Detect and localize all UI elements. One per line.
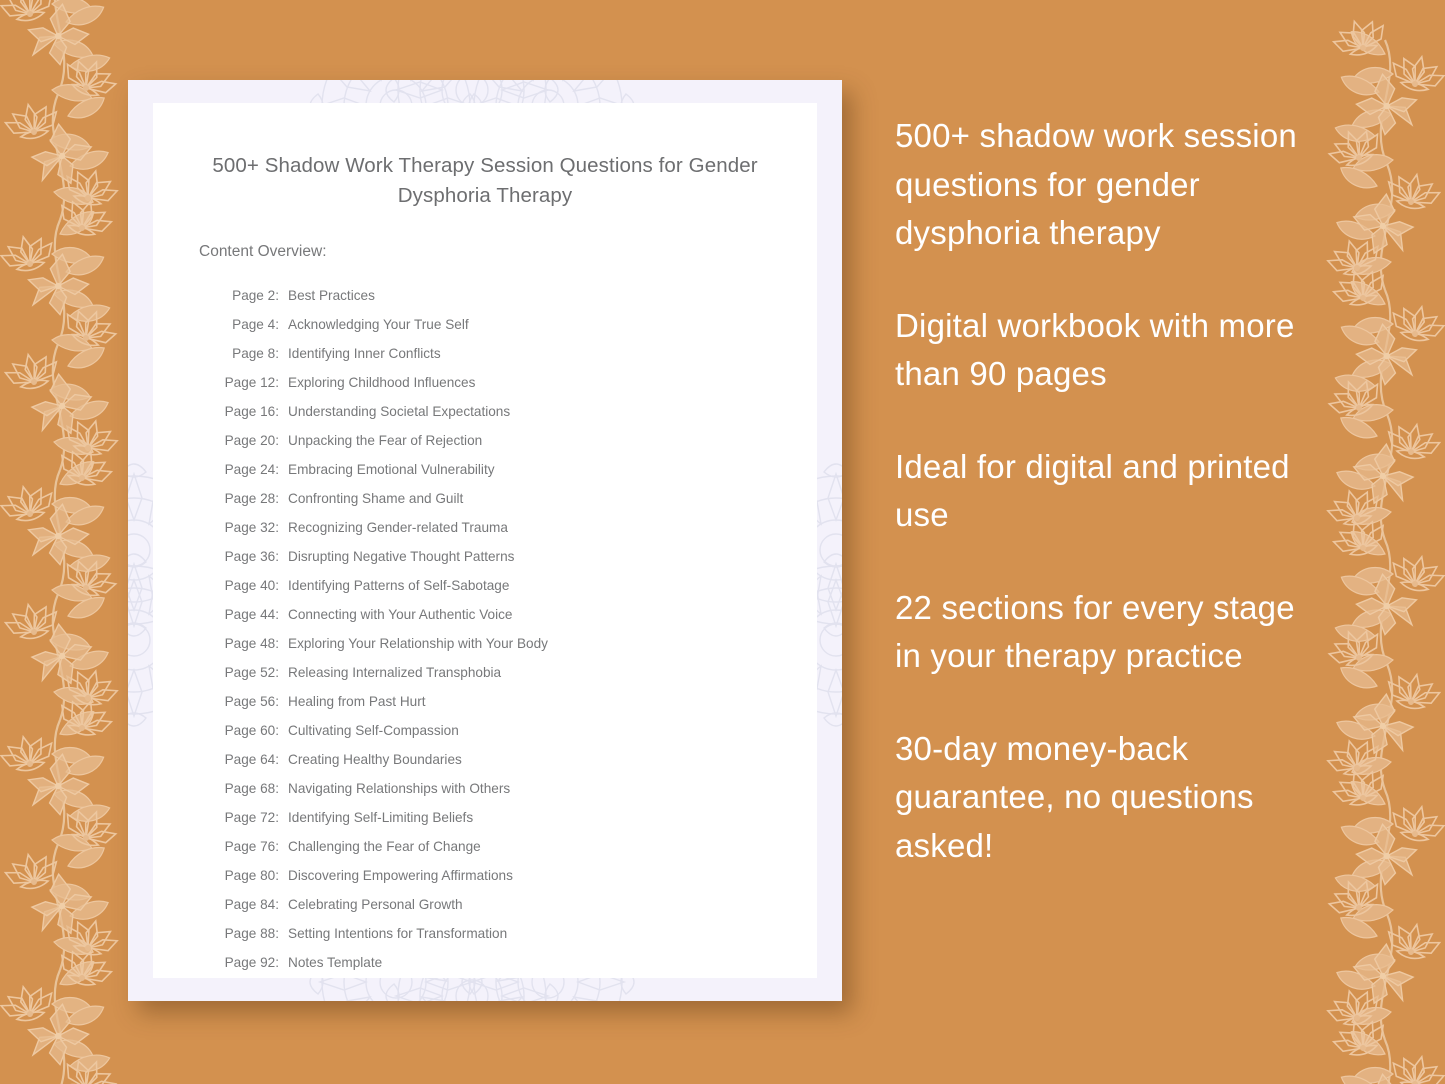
toc-entry-title: Disrupting Negative Thought Patterns	[288, 549, 515, 564]
toc-entry-title: Recognizing Gender-related Trauma	[288, 520, 508, 535]
toc-entry-page: Page 20:	[224, 433, 279, 448]
floral-vine-border-left	[0, 0, 120, 1084]
toc-entry-page: Page 56:	[224, 694, 279, 709]
toc-entry: Page 44: Connecting with Your Authentic V…	[221, 600, 817, 629]
page-title: 500+ Shadow Work Therapy Session Questio…	[212, 154, 758, 207]
toc-entry-title: Setting Intentions for Transformation	[288, 926, 508, 941]
toc-entry: Page 2: Best Practices	[221, 281, 817, 310]
toc-entry-title: Exploring Your Relationship with Your Bo…	[288, 636, 548, 651]
toc-entry-title: Navigating Relationships with Others	[288, 781, 511, 796]
toc-entry-page: Page 4:	[232, 317, 279, 332]
toc-entry-page: Page 60:	[224, 723, 279, 738]
toc-entry-page: Page 92:	[224, 955, 279, 970]
toc-entry: Page 12: Exploring Childhood Influences	[221, 368, 817, 397]
toc-entry-page: Page 16:	[224, 404, 279, 419]
toc-entry-title: Understanding Societal Expectations	[288, 404, 511, 419]
toc-entry-title: Creating Healthy Boundaries	[288, 752, 462, 767]
toc-entry-title: Identifying Inner Conflicts	[288, 346, 441, 361]
toc-entry-page: Page 28:	[224, 491, 279, 506]
toc-entry: Page 24: Embracing Emotional Vulnerabilit…	[221, 455, 817, 484]
toc-entry-page: Page 8:	[232, 346, 279, 361]
toc-entry-page: Page 84:	[224, 897, 279, 912]
toc-entry-page: Page 88:	[224, 926, 279, 941]
toc-entry: Page 60: Cultivating Self-Compassion	[221, 716, 817, 745]
toc-entry: Page 92: Notes Template	[221, 948, 817, 977]
toc-entry-title: Exploring Childhood Influences	[288, 375, 476, 390]
toc-entry-title: Identifying Patterns of Self-Sabotage	[288, 578, 510, 593]
content-overview-label: Content Overview:	[199, 243, 327, 260]
toc-entry: Page 84: Celebrating Personal Growth	[221, 890, 817, 919]
floral-vine-border-right	[1325, 0, 1445, 1084]
promo-feature-item: Digital workbook with more than 90 pages	[895, 306, 1295, 393]
promo-feature-list: 500+ shadow work session questions for g…	[895, 112, 1315, 870]
toc-entry-title: Embracing Emotional Vulnerability	[288, 462, 495, 477]
promo-feature-item: 30-day money-back guarantee, no question…	[895, 729, 1254, 864]
toc-entry: Page 88: Setting Intentions for Transform…	[221, 919, 817, 948]
toc-entry-title: Best Practices	[288, 288, 375, 303]
toc-entry: Page 80: Discovering Empowering Affirmati…	[221, 861, 817, 890]
toc-entry-page: Page 32:	[224, 520, 279, 535]
toc-entry: Page 20: Unpacking the Fear of Rejection	[221, 426, 817, 455]
toc-entry-page: Page 64:	[224, 752, 279, 767]
promo-feature-item: Ideal for digital and printed use	[895, 447, 1290, 534]
toc-entry: Page 8: Identifying Inner Conflicts	[221, 339, 817, 368]
table-of-contents: Page 2: Best Practices Page 4: Acknowledgin…	[153, 261, 817, 977]
toc-entry-title: Notes Template	[288, 955, 383, 970]
toc-entry-page: Page 76:	[224, 839, 279, 854]
toc-entry-page: Page 12:	[224, 375, 279, 390]
toc-entry: Page 48: Exploring Your Relationship with…	[221, 629, 817, 658]
toc-entry: Page 72: Identifying Self-Limiting Belief…	[221, 803, 817, 832]
toc-entry-title: Releasing Internalized Transphobia	[288, 665, 502, 680]
toc-entry: Page 52: Releasing Internalized Transphob…	[221, 658, 817, 687]
toc-entry-page: Page 80:	[224, 868, 279, 883]
toc-entry-title: Healing from Past Hurt	[288, 694, 426, 709]
document-preview-card: 500+ Shadow Work Therapy Session Questio…	[128, 80, 842, 1001]
promo-feature-item: 22 sections for every stage in your ther…	[895, 588, 1295, 675]
toc-entry: Page 32: Recognizing Gender-related Traum…	[221, 513, 817, 542]
toc-entry: Page 16: Understanding Societal Expectati…	[221, 397, 817, 426]
toc-entry-page: Page 2:	[232, 288, 279, 303]
toc-entry-page: Page 48:	[224, 636, 279, 651]
toc-entry: Page 28: Confronting Shame and Guilt	[221, 484, 817, 513]
toc-entry: Page 64: Creating Healthy Boundaries	[221, 745, 817, 774]
toc-entry-title: Unpacking the Fear of Rejection	[288, 433, 483, 448]
toc-entry: Page 40: Identifying Patterns of Self-Sab…	[221, 571, 817, 600]
toc-entry-title: Acknowledging Your True Self	[288, 317, 469, 332]
toc-entry-title: Connecting with Your Authentic Voice	[288, 607, 513, 622]
toc-entry-title: Challenging the Fear of Change	[288, 839, 481, 854]
toc-entry: Page 36: Disrupting Negative Thought Patt…	[221, 542, 817, 571]
toc-entry-page: Page 72:	[224, 810, 279, 825]
toc-entry-title: Confronting Shame and Guilt	[288, 491, 464, 506]
toc-entry: Page 4: Acknowledging Your True Self	[221, 310, 817, 339]
toc-entry-page: Page 24:	[224, 462, 279, 477]
toc-entry-title: Discovering Empowering Affirmations	[288, 868, 513, 883]
toc-entry: Page 56: Healing from Past Hurt	[221, 687, 817, 716]
promo-feature-item: 500+ shadow work session questions for g…	[895, 117, 1297, 251]
toc-entry-page: Page 52:	[224, 665, 279, 680]
toc-entry-page: Page 36:	[224, 549, 279, 564]
toc-entry-title: Cultivating Self-Compassion	[288, 723, 459, 738]
toc-entry: Page 68: Navigating Relationships with Ot…	[221, 774, 817, 803]
toc-entry-title: Identifying Self-Limiting Beliefs	[288, 810, 474, 825]
document-page: 500+ Shadow Work Therapy Session Questio…	[153, 103, 817, 978]
toc-entry-page: Page 44:	[224, 607, 279, 622]
toc-entry: Page 76: Challenging the Fear of Change	[221, 832, 817, 861]
toc-entry-title: Celebrating Personal Growth	[288, 897, 463, 912]
toc-entry-page: Page 40:	[224, 578, 279, 593]
toc-entry-page: Page 68:	[224, 781, 279, 796]
